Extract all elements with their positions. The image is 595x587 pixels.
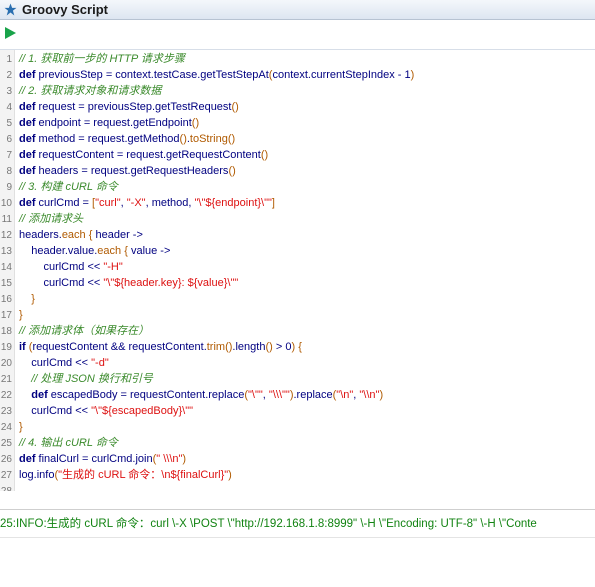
line-number: 7: [6, 150, 12, 161]
code-line[interactable]: 18 // 添加请求体（如果存在）: [0, 323, 149, 339]
code-line[interactable]: 17}: [0, 307, 23, 323]
code-text: def requestContent = request.getRequestC…: [19, 149, 269, 161]
line-number: 24: [0, 422, 12, 433]
code-line[interactable]: 27 log.info("生成的 cURL 命令：\n${finalCurl}"): [0, 467, 232, 483]
code-editor[interactable]: 1 // 1. 获取前一步的 HTTP 请求步骤 2 def previousStep…: [0, 49, 595, 491]
code-line[interactable]: 24}: [0, 419, 23, 435]
line-number: 5: [6, 118, 12, 129]
code-text: // 添加请求体（如果存在）: [19, 325, 150, 337]
code-text: def previousStep = context.testCase.getT…: [19, 69, 415, 81]
code-line[interactable]: 7 def requestContent = request.getRequest…: [0, 147, 268, 163]
code-text: // 3. 构建 cURL 命令: [19, 181, 118, 193]
code-line[interactable]: 26 def finalCurl = curlCmd.join(" \\\n"): [0, 451, 186, 467]
code-line[interactable]: 11 // 添加请求头: [0, 211, 84, 227]
code-line[interactable]: 19 if (requestContent && requestContent.t…: [0, 339, 302, 355]
line-number: 11: [1, 214, 12, 225]
toolbar: [0, 20, 595, 46]
line-number: 27: [0, 470, 12, 481]
line-number: 12: [0, 230, 12, 241]
code-text: if (requestContent && requestContent.tri…: [19, 341, 302, 353]
code-text: header.value.each { value ->: [19, 245, 171, 257]
code-line[interactable]: 10 def curlCmd = ["curl", "-X", method, "…: [0, 195, 275, 211]
code-line[interactable]: 9 // 3. 构建 cURL 命令: [0, 179, 118, 195]
line-number: 3: [6, 86, 12, 97]
code-text: // 1. 获取前一步的 HTTP 请求步骤: [19, 53, 185, 65]
code-text: // 添加请求头: [19, 213, 84, 225]
line-number: 2: [6, 70, 12, 81]
line-number: 15: [0, 278, 12, 289]
code-line[interactable]: 8 def headers = request.getRequestHeaders…: [0, 163, 236, 179]
code-line[interactable]: 20 curlCmd << "-d": [0, 355, 109, 371]
code-text: def endpoint = request.getEndpoint(): [19, 117, 200, 129]
code-text: headers.each { header ->: [19, 229, 143, 241]
code-text: def method = request.getMethod().toStrin…: [19, 133, 236, 145]
horizontal-scrollbar[interactable]: [0, 491, 595, 499]
panel-divider[interactable]: [0, 509, 595, 510]
line-number: 19: [0, 342, 12, 353]
code-text: curlCmd << "\"${header.key}: ${value}\"": [19, 277, 239, 289]
line-number: 26: [0, 454, 12, 465]
code-text: curlCmd << "-H": [19, 261, 123, 273]
code-line[interactable]: 21 // 处理 JSON 换行和引号: [0, 371, 153, 387]
log-panel-rule: [0, 537, 595, 538]
code-text: def escapedBody = requestContent.replace…: [31, 389, 384, 401]
code-line[interactable]: 13 header.value.each { value ->: [0, 243, 171, 259]
code-text: def finalCurl = curlCmd.join(" \\\n"): [19, 453, 187, 465]
code-text: }: [19, 309, 23, 321]
code-text: // 处理 JSON 换行和引号: [31, 373, 153, 385]
line-number: 22: [0, 390, 12, 401]
code-line[interactable]: 4 def request = previousStep.getTestReque…: [0, 99, 239, 115]
code-text: // 2. 获取请求对象和请求数据: [19, 85, 162, 97]
line-number: 13: [0, 246, 12, 257]
window-title: Groovy Script: [22, 2, 108, 17]
code-line[interactable]: 22 def escapedBody = requestContent.repl…: [0, 387, 383, 403]
log-output-line: 25:INFO:生成的 cURL 命令：curl \-X \POST \"htt…: [0, 518, 537, 530]
groovy-star-icon: [3, 3, 17, 17]
code-text: // 4. 输出 cURL 命令: [19, 437, 118, 449]
code-text: }: [31, 293, 35, 305]
line-number: 8: [6, 166, 12, 177]
run-script-button[interactable]: [3, 25, 17, 40]
run-play-icon: [4, 26, 16, 39]
code-line[interactable]: 5 def endpoint = request.getEndpoint(): [0, 115, 199, 131]
code-line[interactable]: 3 // 2. 获取请求对象和请求数据: [0, 83, 161, 99]
code-line[interactable]: 6 def method = request.getMethod().toStri…: [0, 131, 235, 147]
code-line[interactable]: 28: [0, 483, 19, 491]
line-number: 25: [0, 438, 12, 449]
code-line[interactable]: 23 curlCmd << "\"${escapedBody}\"": [0, 403, 193, 419]
code-text: log.info("生成的 cURL 命令：\n${finalCurl}"): [19, 469, 232, 481]
code-line[interactable]: 12 headers.each { header ->: [0, 227, 143, 243]
code-text: }: [19, 421, 23, 433]
line-number: 4: [6, 102, 12, 113]
code-line[interactable]: 15 curlCmd << "\"${header.key}: ${value}…: [0, 275, 238, 291]
code-line[interactable]: 16 }: [0, 291, 35, 307]
line-number: 20: [0, 358, 12, 369]
line-number: 6: [6, 134, 12, 145]
code-text: def request = previousStep.getTestReques…: [19, 101, 239, 113]
line-number: 14: [0, 262, 12, 273]
line-number: 16: [0, 294, 12, 305]
line-number: 23: [0, 406, 12, 417]
code-line[interactable]: 2 def previousStep = context.testCase.get…: [0, 67, 414, 83]
code-text: curlCmd << "-d": [19, 357, 109, 369]
line-number: 9: [6, 182, 12, 193]
line-number: 28: [0, 484, 12, 491]
code-text: def headers = request.getRequestHeaders(…: [19, 165, 236, 177]
line-number: 17: [0, 310, 12, 321]
code-text: curlCmd << "\"${escapedBody}\"": [19, 405, 193, 417]
code-text: def curlCmd = ["curl", "-X", method, "\"…: [19, 197, 275, 209]
code-line[interactable]: 25 // 4. 输出 cURL 命令: [0, 435, 118, 451]
title-bar: Groovy Script: [0, 0, 595, 20]
code-line[interactable]: 1 // 1. 获取前一步的 HTTP 请求步骤: [0, 51, 185, 67]
code-line[interactable]: 14 curlCmd << "-H": [0, 259, 123, 275]
line-number: 21: [0, 374, 12, 385]
line-number: 18: [0, 326, 12, 337]
line-number: 10: [0, 198, 12, 209]
line-number: 1: [6, 54, 12, 65]
